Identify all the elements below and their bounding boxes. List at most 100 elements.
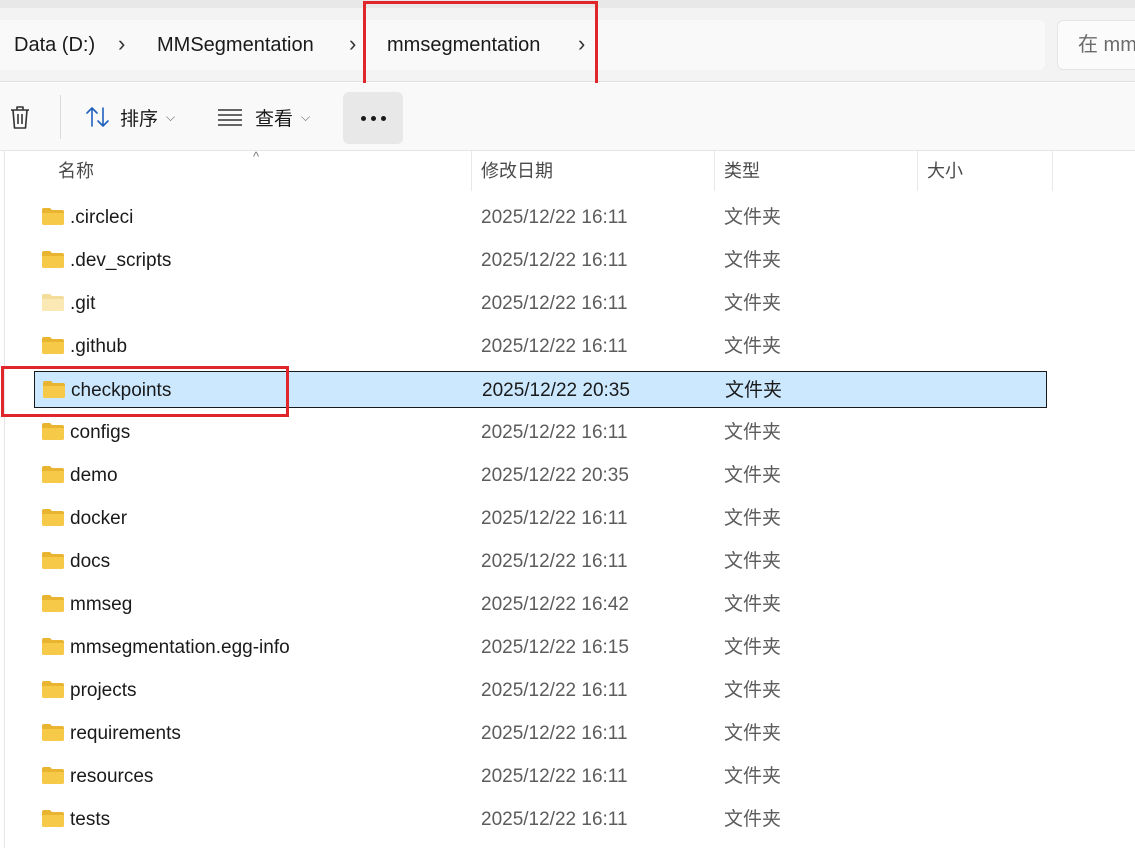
search-placeholder: 在 mm xyxy=(1078,34,1135,56)
file-type: 文件夹 xyxy=(724,637,782,658)
file-row[interactable]: configs 2025/12/22 16:11 文件夹 xyxy=(34,414,1047,451)
file-row[interactable]: requirements 2025/12/22 16:11 文件夹 xyxy=(34,715,1047,752)
folder-icon xyxy=(42,595,64,612)
view-list-icon xyxy=(218,109,242,126)
file-row[interactable]: mmsegmentation.egg-info 2025/12/22 16:15 文… xyxy=(34,629,1047,666)
folder-icon xyxy=(42,251,64,268)
file-type: 文件夹 xyxy=(724,336,782,357)
sort-ascending-icon: ^ xyxy=(253,149,260,164)
file-type: 文件夹 xyxy=(724,594,782,615)
file-type: 文件夹 xyxy=(725,380,783,401)
file-row[interactable]: .git 2025/12/22 16:11 文件夹 xyxy=(34,285,1047,322)
file-type: 文件夹 xyxy=(724,293,782,314)
column-header-type[interactable]: 类型 xyxy=(724,151,760,191)
breadcrumb[interactable]: Data (D:) › MMSegmentation › mmsegmentat… xyxy=(0,20,1045,70)
file-row[interactable]: mmseg 2025/12/22 16:42 文件夹 xyxy=(34,586,1047,623)
file-row[interactable]: .dev_scripts 2025/12/22 16:11 文件夹 xyxy=(34,242,1047,279)
file-name: docs xyxy=(70,551,111,572)
trash-icon xyxy=(11,106,29,129)
column-divider[interactable] xyxy=(1052,151,1053,191)
column-header-modified[interactable]: 修改日期 xyxy=(481,151,553,191)
chevron-right-icon[interactable]: › xyxy=(118,20,125,70)
file-row[interactable]: tests 2025/12/22 16:11 文件夹 xyxy=(34,801,1047,838)
file-row[interactable]: .github 2025/12/22 16:11 文件夹 xyxy=(34,328,1047,365)
file-modified-date: 2025/12/22 16:11 xyxy=(481,250,628,271)
breadcrumb-item-current[interactable]: mmsegmentation xyxy=(387,20,540,70)
toolbar-separator xyxy=(60,95,61,139)
file-modified-date: 2025/12/22 16:15 xyxy=(481,637,629,658)
delete-button[interactable] xyxy=(8,83,32,151)
folder-icon xyxy=(42,294,64,311)
file-type: 文件夹 xyxy=(724,809,782,830)
file-type: 文件夹 xyxy=(724,465,782,486)
sort-icon xyxy=(86,107,109,127)
file-modified-date: 2025/12/22 16:42 xyxy=(481,594,629,615)
file-modified-date: 2025/12/22 20:35 xyxy=(481,465,629,486)
file-modified-date: 2025/12/22 16:11 xyxy=(481,680,628,701)
breadcrumb-item-drive[interactable]: Data (D:) xyxy=(14,20,95,70)
chevron-down-icon: ⌵ xyxy=(301,109,311,124)
file-type: 文件夹 xyxy=(724,422,782,443)
command-bar: 排序 ⌵ 查看 ⌵ xyxy=(0,83,1135,151)
file-modified-date: 2025/12/22 16:11 xyxy=(481,766,628,787)
file-name: .github xyxy=(70,336,128,357)
file-name: configs xyxy=(70,422,131,443)
file-type: 文件夹 xyxy=(724,723,782,744)
more-dot-icon xyxy=(380,115,386,121)
folder-icon xyxy=(42,810,64,827)
file-modified-date: 2025/12/22 16:11 xyxy=(481,336,628,357)
file-modified-date: 2025/12/22 16:11 xyxy=(481,207,628,228)
column-header-size[interactable]: 大小 xyxy=(927,151,963,191)
file-name: .git xyxy=(70,293,96,314)
file-list: ^ 名称 修改日期 类型 大小 .circleci 2025/12/22 16:1… xyxy=(4,149,1135,848)
file-row[interactable]: demo 2025/12/22 20:35 文件夹 xyxy=(34,457,1047,494)
file-row[interactable]: checkpoints 2025/12/22 20:35 文件夹 xyxy=(34,371,1047,408)
view-label: 查看 xyxy=(255,108,294,130)
sort-button[interactable]: 排序 ⌵ xyxy=(84,83,175,151)
file-modified-date: 2025/12/22 16:11 xyxy=(481,508,628,529)
folder-icon xyxy=(42,423,64,440)
chevron-right-icon[interactable]: › xyxy=(578,20,585,70)
file-row[interactable]: resources 2025/12/22 16:11 文件夹 xyxy=(34,758,1047,795)
file-row[interactable]: projects 2025/12/22 16:11 文件夹 xyxy=(34,672,1047,709)
file-name: mmsegmentation.egg-info xyxy=(70,637,290,658)
file-name: demo xyxy=(70,465,118,486)
file-name: resources xyxy=(70,766,154,787)
sort-label: 排序 xyxy=(120,108,159,130)
file-modified-date: 2025/12/22 20:35 xyxy=(482,380,630,401)
file-name: checkpoints xyxy=(71,380,172,401)
breadcrumb-item-parent[interactable]: MMSegmentation xyxy=(157,20,314,70)
file-row[interactable]: .circleci 2025/12/22 16:11 文件夹 xyxy=(34,199,1047,236)
file-name: .circleci xyxy=(70,207,134,228)
folder-icon xyxy=(42,724,64,741)
column-header-name[interactable]: 名称 xyxy=(58,151,94,191)
file-row[interactable]: docs 2025/12/22 16:11 文件夹 xyxy=(34,543,1047,580)
folder-icon xyxy=(42,509,64,526)
column-divider[interactable] xyxy=(714,151,715,191)
window-top-edge xyxy=(0,0,1135,8)
file-name: docker xyxy=(70,508,128,529)
more-options-button[interactable] xyxy=(343,92,403,144)
file-type: 文件夹 xyxy=(724,508,782,529)
address-bar: Data (D:) › MMSegmentation › mmsegmentat… xyxy=(0,0,1135,82)
file-modified-date: 2025/12/22 16:11 xyxy=(481,551,628,572)
file-name: tests xyxy=(70,809,111,830)
chevron-right-icon[interactable]: › xyxy=(349,20,356,70)
file-modified-date: 2025/12/22 16:11 xyxy=(481,422,628,443)
more-dot-icon xyxy=(370,115,376,121)
column-divider[interactable] xyxy=(471,151,472,191)
folder-icon xyxy=(42,208,64,225)
view-button[interactable]: 查看 ⌵ xyxy=(217,83,310,151)
file-type: 文件夹 xyxy=(724,551,782,572)
folder-icon xyxy=(42,337,64,354)
file-row[interactable]: docker 2025/12/22 16:11 文件夹 xyxy=(34,500,1047,537)
file-type: 文件夹 xyxy=(724,250,782,271)
file-modified-date: 2025/12/22 16:11 xyxy=(481,809,628,830)
folder-icon xyxy=(42,552,64,569)
column-divider[interactable] xyxy=(917,151,918,191)
file-modified-date: 2025/12/22 16:11 xyxy=(481,723,628,744)
chevron-down-icon: ⌵ xyxy=(166,109,176,124)
search-input[interactable]: 在 mm xyxy=(1057,20,1135,70)
folder-icon xyxy=(42,638,64,655)
more-dot-icon xyxy=(360,115,366,121)
